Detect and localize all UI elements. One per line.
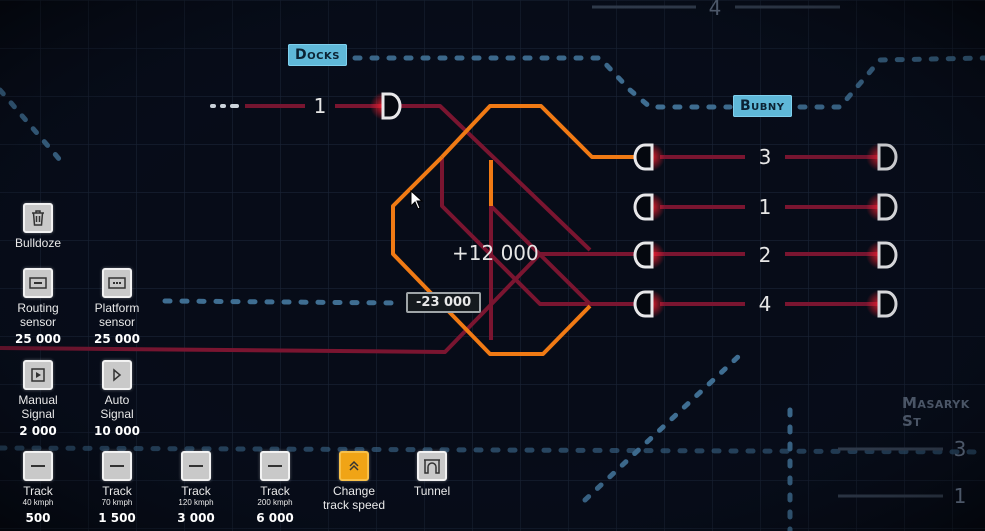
tunnel-button[interactable] (417, 451, 447, 481)
tool-price: 10 000 (94, 424, 140, 438)
tool-label: Track (181, 484, 211, 498)
platform-number: 2 (758, 243, 772, 267)
platform-number: 4 (708, 0, 722, 20)
tool-price: 6 000 (256, 511, 294, 525)
trash-icon (32, 210, 44, 226)
track-tool-120[interactable]: Track 120 kmph 3 000 (151, 451, 241, 525)
platform-sensor-tool[interactable]: Platform sensor 25 000 (72, 268, 162, 346)
track-speed: 40 kmph (22, 498, 54, 507)
station-label-masaryk[interactable]: Masaryk St (895, 391, 985, 433)
tool-price: 25 000 (15, 332, 61, 346)
manual-signal-tool[interactable]: Manual Signal 2 000 (0, 360, 83, 438)
track-button[interactable] (181, 451, 211, 481)
manual-signal-icon (31, 368, 45, 382)
track-tool-200[interactable]: Track 200 kmph 6 000 (230, 451, 320, 525)
change-track-speed-button[interactable] (339, 451, 369, 481)
platform-number: 1 (953, 484, 967, 508)
routing-sensor-button[interactable] (23, 268, 53, 298)
tool-price: 3 000 (177, 511, 215, 525)
platform-number: 1 (313, 94, 327, 118)
tool-label: Track (102, 484, 132, 498)
platform-sensor-button[interactable] (102, 268, 132, 298)
build-cost-tooltip: -23 000 (406, 292, 482, 313)
change-track-speed-tool[interactable]: Change track speed (309, 451, 399, 512)
double-chevron-up-icon (349, 460, 359, 471)
bulldoze-button[interactable] (23, 203, 53, 233)
station-label-docks[interactable]: Docks (288, 44, 347, 66)
tool-label: Track (260, 484, 290, 498)
tool-price: 2 000 (19, 424, 57, 438)
track-icon (31, 465, 45, 467)
tool-label: Bulldoze (14, 236, 62, 250)
track-tool-40[interactable]: Track 40 kmph 500 (0, 451, 83, 525)
manual-signal-button[interactable] (23, 360, 53, 390)
tool-label: Tunnel (413, 484, 451, 498)
track-icon (268, 465, 282, 467)
platform-number: 3 (758, 145, 772, 169)
platform-sensor-icon (108, 277, 126, 289)
track-speed: 70 kmph (101, 498, 133, 507)
routing-sensor-tool[interactable]: Routing sensor 25 000 (0, 268, 83, 346)
tool-price: 500 (25, 511, 51, 525)
auto-signal-button[interactable] (102, 360, 132, 390)
tool-label: Track (23, 484, 53, 498)
routing-sensor-icon (29, 277, 47, 289)
tool-label: Auto Signal (100, 393, 134, 421)
platform-number: 4 (758, 292, 772, 316)
mouse-cursor-icon (410, 190, 424, 210)
track-tool-70[interactable]: Track 70 kmph 1 500 (72, 451, 162, 525)
tunnel-tool[interactable]: Tunnel (387, 451, 477, 498)
track-icon (189, 465, 203, 467)
bulldoze-tool[interactable]: Bulldoze (0, 203, 83, 250)
tool-price: 25 000 (94, 332, 140, 346)
tool-label: Routing sensor (17, 301, 59, 329)
track-button[interactable] (260, 451, 290, 481)
track-speed: 200 kmph (257, 498, 293, 507)
tool-label: Manual Signal (18, 393, 58, 421)
refund-amount: +12 000 (452, 241, 539, 265)
auto-signal-tool[interactable]: Auto Signal 10 000 (72, 360, 162, 438)
station-label-bubny[interactable]: Bubny (733, 95, 792, 117)
track-button[interactable] (23, 451, 53, 481)
platform-number: 1 (758, 195, 772, 219)
tool-price: 1 500 (98, 511, 136, 525)
auto-signal-icon (113, 368, 122, 382)
track-button[interactable] (102, 451, 132, 481)
tool-label: Platform sensor (94, 301, 140, 329)
tunnel-icon (424, 459, 440, 474)
platform-number: 3 (953, 437, 967, 461)
tool-label: Change track speed (322, 484, 386, 512)
track-icon (110, 465, 124, 467)
track-speed: 120 kmph (178, 498, 214, 507)
